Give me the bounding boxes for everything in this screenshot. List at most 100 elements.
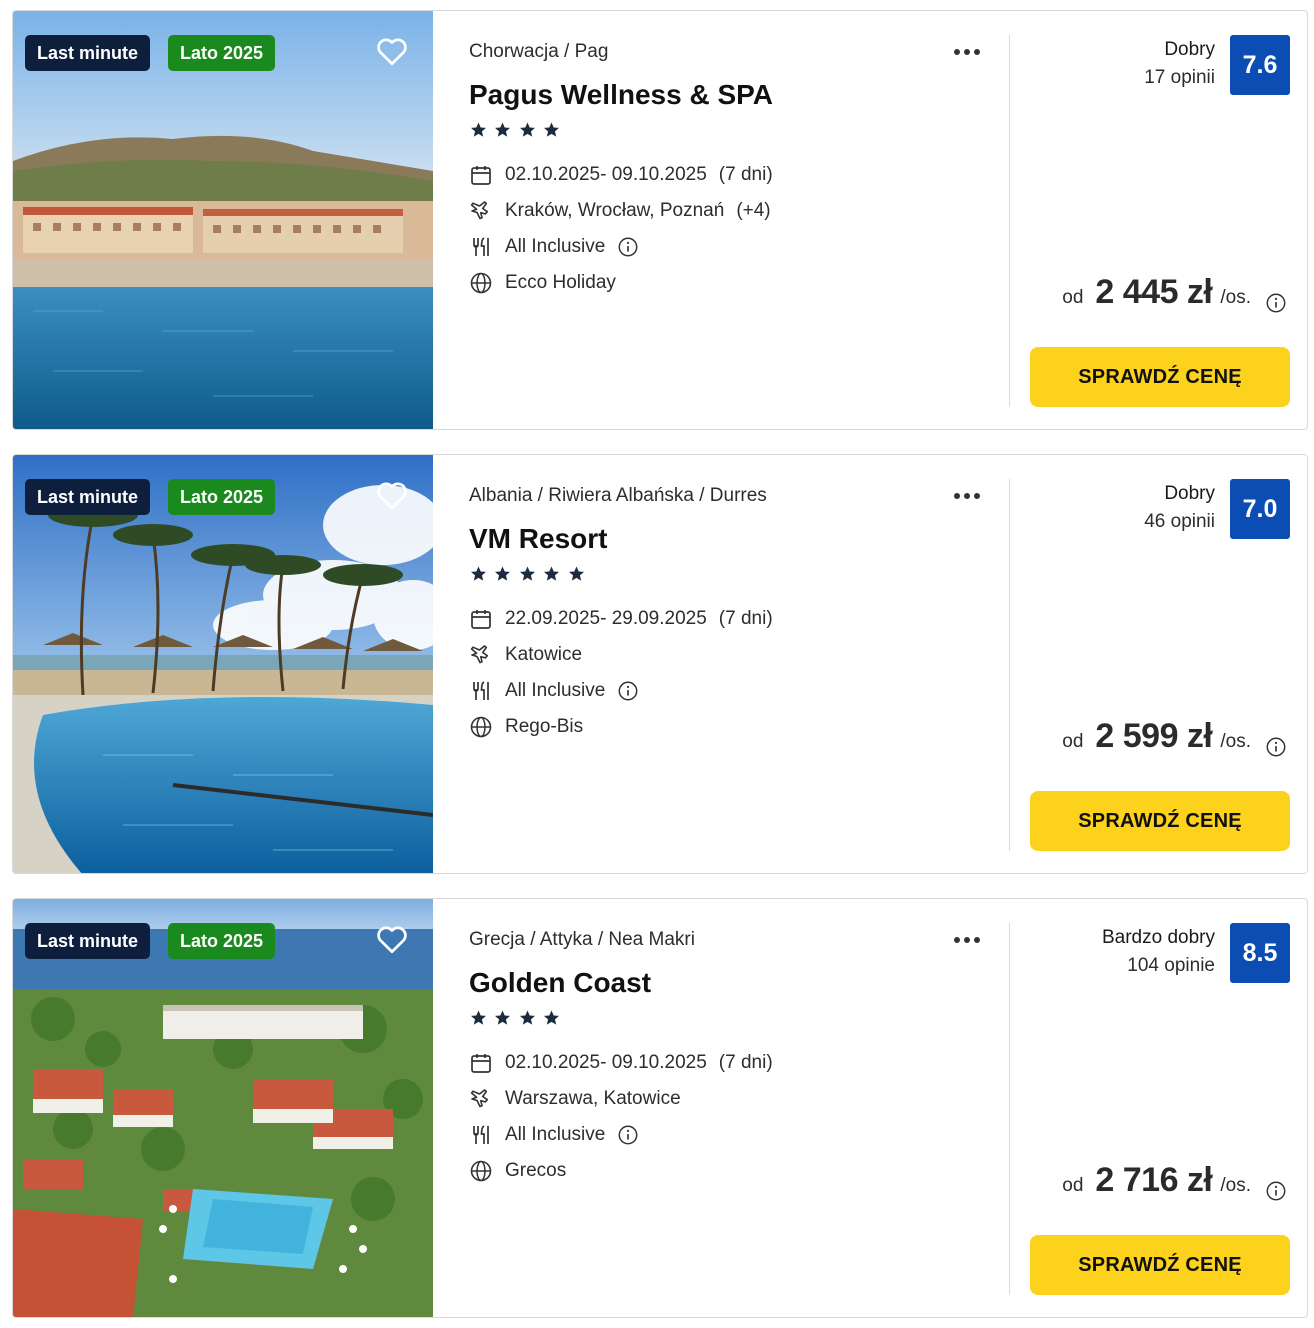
calendar-icon xyxy=(471,1054,491,1073)
globe-icon xyxy=(470,716,492,738)
divider xyxy=(1009,35,1010,407)
globe-icon xyxy=(470,1160,492,1182)
board-text: All Inclusive xyxy=(505,236,606,257)
operator-row: Rego-Bis xyxy=(469,713,583,741)
check-price-button[interactable]: SPRAWDŹ CENĘ xyxy=(1030,791,1290,851)
divider xyxy=(1009,923,1010,1295)
plane-icon xyxy=(470,201,489,220)
hotel-name[interactable]: Golden Coast xyxy=(469,967,651,999)
dates-row: 22.09.2025- 29.09.2025 (7 dni) xyxy=(469,605,773,633)
globe-icon xyxy=(470,272,492,294)
departure-text: Kraków, Wrocław, Poznań xyxy=(505,200,725,221)
hotel-stars xyxy=(469,1009,562,1029)
star-icon xyxy=(471,566,486,581)
hotel-photo[interactable] xyxy=(13,11,433,429)
breadcrumb-location[interactable]: Albania / Riwiera Albańska / Durres xyxy=(469,485,767,507)
hotel-stars xyxy=(469,565,587,585)
hotel-name[interactable]: Pagus Wellness & SPA xyxy=(469,79,773,111)
heart-outline-icon[interactable] xyxy=(373,477,411,513)
duration-text: (7 dni) xyxy=(718,608,773,629)
calendar-icon xyxy=(471,610,491,629)
star-icon xyxy=(544,1010,560,1025)
departure-row: Katowice xyxy=(469,641,582,669)
info-circle-icon[interactable] xyxy=(1265,736,1287,758)
offer-info: Albania / Riwiera Albańska / Durres VM R… xyxy=(433,455,1009,873)
plane-icon xyxy=(470,645,489,664)
offer-info: Grecja / Attyka / Nea Makri Golden Coast… xyxy=(433,899,1009,1317)
score-badge: 8.5 xyxy=(1230,923,1290,983)
offer-card[interactable]: Last minute Lato 2025 Grecja / Attyka / … xyxy=(12,898,1308,1318)
star-icon xyxy=(519,122,535,137)
breadcrumb-location[interactable]: Grecja / Attyka / Nea Makri xyxy=(469,929,695,951)
price-from-label: od xyxy=(1062,731,1084,752)
price-value: 2 716 zł xyxy=(1095,1161,1213,1199)
hotel-name[interactable]: VM Resort xyxy=(469,523,607,555)
operator-text: Ecco Holiday xyxy=(505,272,616,293)
offer-card[interactable]: Last minute Lato 2025 Chorwacja / Pag Pa… xyxy=(12,10,1308,430)
board-row: All Inclusive xyxy=(469,677,639,705)
price-value: 2 599 zł xyxy=(1095,717,1213,755)
last-minute-badge: Last minute xyxy=(25,35,151,71)
operator-text: Rego-Bis xyxy=(505,716,584,737)
price-value: 2 445 zł xyxy=(1095,273,1213,311)
star-icon xyxy=(544,122,560,137)
season-badge: Lato 2025 xyxy=(168,923,276,959)
heart-outline-icon[interactable] xyxy=(373,921,411,957)
info-circle-icon[interactable] xyxy=(617,236,639,258)
dates-row: 02.10.2025- 09.10.2025 (7 dni) xyxy=(469,1049,773,1077)
board-row: All Inclusive xyxy=(469,1121,639,1149)
heart-outline-icon[interactable] xyxy=(373,33,411,69)
score-badge: 7.6 xyxy=(1230,35,1290,95)
price-per-person: /os. xyxy=(1220,731,1251,752)
info-circle-icon[interactable] xyxy=(617,1124,639,1146)
hotel-stars xyxy=(469,121,562,141)
rating-label: Dobry xyxy=(1164,39,1215,60)
board-text: All Inclusive xyxy=(505,680,606,701)
divider xyxy=(1009,479,1010,851)
dates-text: 02.10.2025- 09.10.2025 xyxy=(505,1052,707,1073)
price-from-label: od xyxy=(1062,287,1084,308)
three-dots-icon[interactable] xyxy=(947,481,987,511)
dates-text: 22.09.2025- 29.09.2025 xyxy=(505,608,707,629)
info-circle-icon[interactable] xyxy=(1265,1180,1287,1202)
duration-text: (7 dni) xyxy=(718,1052,773,1073)
cutlery-icon xyxy=(473,681,489,700)
breadcrumb-location[interactable]: Chorwacja / Pag xyxy=(469,41,608,63)
star-icon xyxy=(568,566,584,581)
check-price-button[interactable]: SPRAWDŹ CENĘ xyxy=(1030,347,1290,407)
reviews-count[interactable]: 46 opinii xyxy=(1144,511,1215,533)
dates-row: 02.10.2025- 09.10.2025 (7 dni) xyxy=(469,161,773,189)
reviews-count[interactable]: 17 opinii xyxy=(1144,67,1215,89)
plane-icon xyxy=(470,1089,489,1108)
calendar-icon xyxy=(471,166,491,185)
check-price-button[interactable]: SPRAWDŹ CENĘ xyxy=(1030,1235,1290,1295)
departure-row: Warszawa, Katowice xyxy=(469,1085,681,1113)
info-circle-icon[interactable] xyxy=(617,680,639,702)
cutlery-icon xyxy=(473,237,489,256)
price-row: od 2 445 zł /os. xyxy=(1062,273,1287,325)
price-row: od 2 599 zł /os. xyxy=(1062,717,1287,769)
offer-info: Chorwacja / Pag Pagus Wellness & SPA 02.… xyxy=(433,11,1009,429)
price-per-person: /os. xyxy=(1220,1175,1251,1196)
departure-text: Katowice xyxy=(505,644,583,665)
hotel-photo[interactable] xyxy=(13,455,433,873)
offer-card[interactable]: Last minute Lato 2025 Albania / Riwiera … xyxy=(12,454,1308,874)
operator-row: Grecos xyxy=(469,1157,566,1185)
reviews-count[interactable]: 104 opinie xyxy=(1127,955,1215,977)
star-icon xyxy=(544,566,560,581)
info-circle-icon[interactable] xyxy=(1265,292,1287,314)
board-text: All Inclusive xyxy=(505,1124,606,1145)
star-icon xyxy=(471,122,486,137)
star-icon xyxy=(519,566,535,581)
operator-row: Ecco Holiday xyxy=(469,269,616,297)
price-row: od 2 716 zł /os. xyxy=(1062,1161,1287,1213)
hotel-photo[interactable] xyxy=(13,899,433,1317)
board-row: All Inclusive xyxy=(469,233,639,261)
three-dots-icon[interactable] xyxy=(947,925,987,955)
last-minute-badge: Last minute xyxy=(25,479,151,515)
departure-row: Kraków, Wrocław, Poznań (+4) xyxy=(469,197,771,225)
departure-extra[interactable]: (+4) xyxy=(736,200,770,222)
three-dots-icon[interactable] xyxy=(947,37,987,67)
dates-text: 02.10.2025- 09.10.2025 xyxy=(505,164,707,185)
price-per-person: /os. xyxy=(1220,287,1251,308)
